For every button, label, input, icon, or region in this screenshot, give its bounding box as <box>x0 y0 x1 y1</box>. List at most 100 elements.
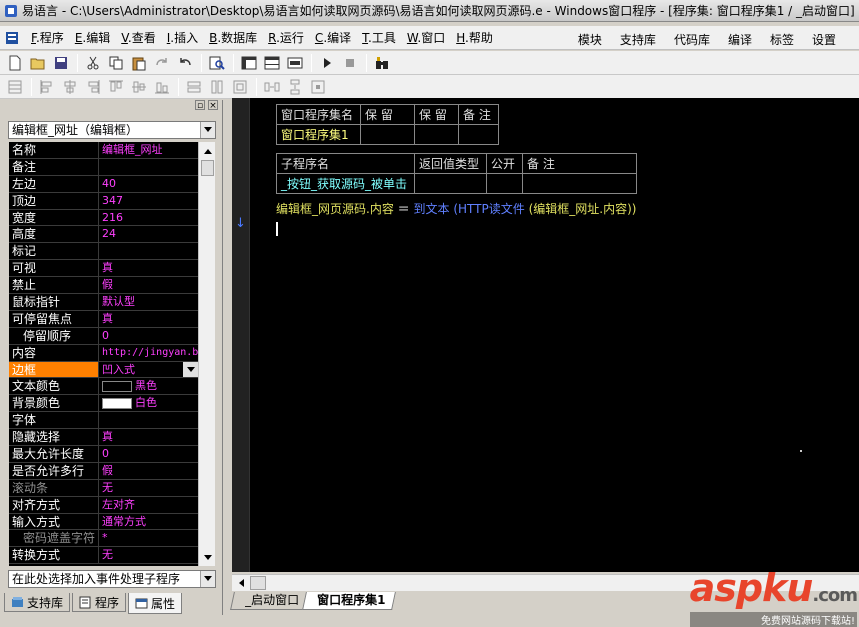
property-value[interactable]: 编辑框_网址 <box>99 142 198 158</box>
property-value[interactable]: 真 <box>99 429 198 445</box>
property-value[interactable]: 216 <box>99 210 198 226</box>
property-value[interactable]: 40 <box>99 176 198 192</box>
property-value[interactable]: 凹入式 <box>99 361 198 378</box>
property-value[interactable]: 白色 <box>99 395 198 411</box>
panel-float-button[interactable]: ▫ <box>195 100 205 111</box>
property-row[interactable]: 转换方式无 <box>9 547 198 565</box>
property-row[interactable]: 滚动条无 <box>9 479 198 497</box>
undo-button[interactable] <box>174 53 196 73</box>
property-value[interactable]: 假 <box>99 277 198 293</box>
subroutine-name-cell[interactable]: _按钮_获取源码_被单击 <box>276 173 415 194</box>
layout-1-button[interactable] <box>238 53 260 73</box>
property-value[interactable] <box>99 412 198 428</box>
property-value[interactable] <box>99 243 198 259</box>
panel-close-button[interactable]: × <box>208 100 218 111</box>
save-button[interactable] <box>50 53 72 73</box>
table-cell[interactable] <box>486 173 523 194</box>
table-cell[interactable] <box>458 124 499 145</box>
align-tool-button[interactable] <box>4 77 26 97</box>
same-width-button[interactable] <box>183 77 205 97</box>
find-button[interactable] <box>206 53 228 73</box>
tab-support-lib[interactable]: 支持库 <box>4 593 71 612</box>
align-right-button[interactable] <box>82 77 104 97</box>
layout-2-button[interactable] <box>261 53 283 73</box>
align-top-button[interactable] <box>105 77 127 97</box>
menu-support-lib[interactable]: 支持库 <box>611 29 665 50</box>
property-value[interactable]: 24 <box>99 226 198 242</box>
property-row[interactable]: 背景颜色 白色 <box>9 395 198 413</box>
property-row[interactable]: 可视真 <box>9 260 198 278</box>
same-height-button[interactable] <box>206 77 228 97</box>
property-row[interactable]: 是否允许多行假 <box>9 462 198 480</box>
component-select[interactable]: 编辑框_网址（编辑框） <box>8 121 216 139</box>
property-value[interactable]: 真 <box>99 260 198 276</box>
property-row[interactable]: 备注 <box>9 158 198 176</box>
property-value[interactable]: 真 <box>99 311 198 327</box>
property-row[interactable]: 鼠标指针 默认型 <box>9 294 198 311</box>
property-row[interactable]: 文本颜色 黑色 <box>9 378 198 396</box>
table-cell[interactable] <box>522 173 637 194</box>
table-cell[interactable] <box>414 173 487 194</box>
chevron-down-icon[interactable] <box>200 122 215 138</box>
property-row[interactable]: 顶边 347 <box>9 192 198 210</box>
menu-program[interactable]: F.程序 <box>26 27 69 48</box>
property-row-selected[interactable]: 边框 凹入式 <box>9 361 198 379</box>
code-line[interactable]: 编辑框_网页源码.内容 ＝ 到文本 (HTTP读文件 (编辑框_网址.内容)) <box>276 200 637 217</box>
property-row[interactable]: 隐藏选择真 <box>9 429 198 447</box>
property-row[interactable]: 输入方式 通常方式 <box>9 513 198 531</box>
property-row[interactable]: 标记 <box>9 243 198 261</box>
align-bottom-button[interactable] <box>151 77 173 97</box>
binoculars-button[interactable] <box>371 53 393 73</box>
menu-help[interactable]: H.帮助 <box>451 27 498 48</box>
property-row[interactable]: 对齐方式 左对齐 <box>9 496 198 514</box>
menu-settings[interactable]: 设置 <box>803 29 845 50</box>
tab-program[interactable]: 程序 <box>72 593 127 612</box>
table-cell[interactable] <box>360 124 415 145</box>
chevron-down-icon[interactable] <box>200 571 215 587</box>
menu-edit[interactable]: E.编辑 <box>70 27 115 48</box>
table-cell[interactable] <box>414 124 459 145</box>
property-value[interactable]: 347 <box>99 193 198 209</box>
align-center-button[interactable] <box>59 77 81 97</box>
open-button[interactable] <box>27 53 49 73</box>
menu-database[interactable]: B.数据库 <box>204 27 262 48</box>
property-row[interactable]: 最大允许长度 0 <box>9 446 198 463</box>
property-value[interactable]: 通常方式 <box>99 514 198 530</box>
panel-splitter[interactable] <box>224 100 232 615</box>
property-value[interactable]: 默认型 <box>99 294 198 310</box>
menu-window[interactable]: W.窗口 <box>402 27 450 48</box>
align-middle-button[interactable] <box>128 77 150 97</box>
tab-window-assembly[interactable]: 窗口程序集1 <box>302 592 397 610</box>
run-button[interactable] <box>316 53 338 73</box>
menu-tags[interactable]: 标签 <box>761 29 803 50</box>
menu-build[interactable]: 编译 <box>719 29 761 50</box>
v-space-button[interactable] <box>284 77 306 97</box>
menu-modules[interactable]: 模块 <box>569 29 611 50</box>
event-select[interactable]: 在此处选择加入事件处理子程序 <box>8 570 216 588</box>
assembly-name-cell[interactable]: 窗口程序集1 <box>276 124 361 145</box>
property-row[interactable]: 字体 <box>9 412 198 430</box>
menu-code-lib[interactable]: 代码库 <box>665 29 719 50</box>
chevron-down-icon[interactable] <box>183 361 198 378</box>
tab-startup-window[interactable]: _启动窗口 <box>230 592 310 610</box>
property-value[interactable]: 无 <box>99 547 198 563</box>
menu-run[interactable]: R.运行 <box>263 27 309 48</box>
property-value[interactable]: 无 <box>99 480 198 496</box>
copy-button[interactable] <box>105 53 127 73</box>
property-row[interactable]: 内容 http://jingyan.b <box>9 344 198 362</box>
property-row[interactable]: 高度 24 <box>9 226 198 244</box>
center-button[interactable] <box>307 77 329 97</box>
scroll-left-icon[interactable] <box>232 575 249 591</box>
new-file-button[interactable] <box>4 53 26 73</box>
menu-view[interactable]: V.查看 <box>116 27 161 48</box>
same-size-button[interactable] <box>229 77 251 97</box>
property-value[interactable]: 左对齐 <box>99 497 198 513</box>
stop-button[interactable] <box>339 53 361 73</box>
tab-properties[interactable]: 属性 <box>128 593 183 614</box>
property-scrollbar[interactable] <box>198 142 215 566</box>
property-value[interactable] <box>99 159 198 175</box>
redo-button[interactable] <box>151 53 173 73</box>
paste-button[interactable] <box>128 53 150 73</box>
property-value[interactable]: 假 <box>99 463 198 479</box>
property-row[interactable]: 停留顺序 0 <box>9 327 198 345</box>
